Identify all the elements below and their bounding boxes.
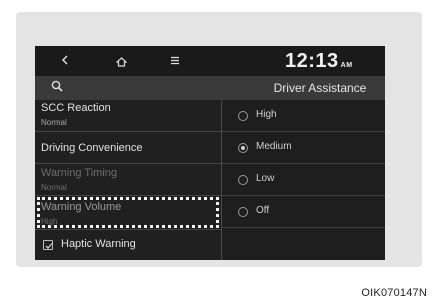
list-item-value: Normal <box>41 118 67 127</box>
option-label: Medium <box>256 141 292 152</box>
figure-code: OIK070147N <box>361 287 427 299</box>
haptic-warning-checkbox[interactable] <box>43 240 53 250</box>
option-high[interactable]: High <box>222 100 385 132</box>
option-label: Off <box>256 205 270 216</box>
search-icon <box>51 79 63 97</box>
list-item-driving-convenience[interactable]: Driving Convenience <box>35 132 221 164</box>
list-item-warning-volume[interactable]: Warning Volume High <box>35 196 221 230</box>
option-label: High <box>256 109 277 120</box>
infotainment-screen: 12:13 AM Driver Assistance SCC Reaction N… <box>35 46 385 260</box>
list-item-label: Haptic Warning <box>61 238 136 250</box>
search-button[interactable] <box>35 76 79 100</box>
option-low[interactable]: Low <box>222 164 385 196</box>
list-item-value: Normal <box>41 183 67 192</box>
list-item-warning-timing[interactable]: Warning Timing Normal <box>35 164 221 196</box>
list-item-label: Warning Volume <box>41 201 122 213</box>
chevron-left-icon <box>61 53 69 68</box>
status-bar: 12:13 AM <box>35 46 385 76</box>
menu-icon <box>170 53 180 68</box>
list-item-label: Warning Timing <box>41 167 118 179</box>
option-off[interactable]: Off <box>222 196 385 228</box>
list-item-value: High <box>41 217 58 226</box>
home-button[interactable] <box>109 46 133 76</box>
radio-off[interactable] <box>238 207 248 217</box>
home-icon <box>114 53 128 68</box>
back-button[interactable] <box>53 46 77 76</box>
clock: 12:13 AM <box>285 48 353 74</box>
radio-high[interactable] <box>238 111 248 121</box>
options-pane: High Medium Low Off <box>222 100 385 260</box>
radio-low[interactable] <box>238 175 248 185</box>
list-item-label: Driving Convenience <box>41 142 143 154</box>
list-item-label: SCC Reaction <box>41 102 111 114</box>
clock-ampm: AM <box>340 62 353 69</box>
option-label: Low <box>256 173 275 184</box>
list-item-scc-reaction[interactable]: SCC Reaction Normal <box>35 100 221 132</box>
header-bar: Driver Assistance <box>35 76 385 100</box>
menu-button[interactable] <box>163 46 187 76</box>
settings-list: SCC Reaction Normal Driving Convenience … <box>35 100 221 260</box>
clock-time: 12:13 <box>285 50 339 72</box>
page-title: Driver Assistance <box>273 81 367 95</box>
option-medium[interactable]: Medium <box>222 132 385 164</box>
radio-medium[interactable] <box>238 143 248 153</box>
list-item-haptic-warning[interactable]: Haptic Warning <box>35 230 221 260</box>
